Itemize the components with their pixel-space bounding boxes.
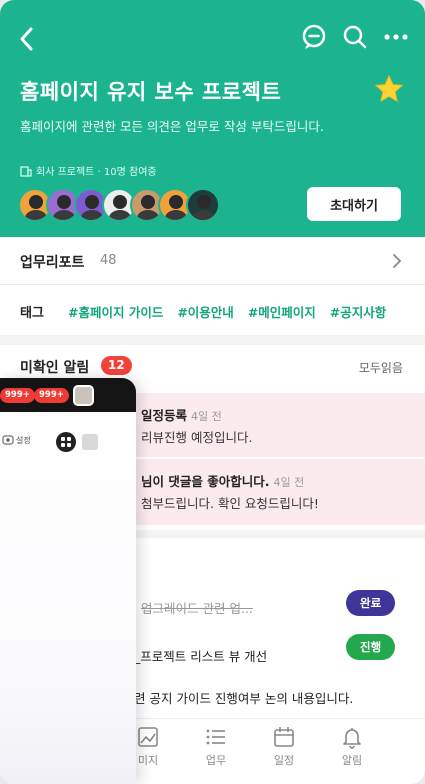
- building-icon: [20, 165, 32, 177]
- placeholder-icon[interactable]: [82, 434, 98, 450]
- task-title[interactable]: 업그레이드 관련 업...: [141, 598, 253, 617]
- tags-row: 태그 #홈페이지 가이드 #이용안내 #메인페이지 #공지사항: [0, 285, 425, 335]
- avatar[interactable]: [73, 385, 94, 406]
- invite-button[interactable]: 초대하기: [307, 187, 401, 221]
- unread-count-badge: 12: [101, 356, 132, 375]
- favorite-star-icon[interactable]: [374, 74, 404, 104]
- work-report-row[interactable]: 업무리포트 48: [0, 237, 425, 285]
- nav-label: 미지: [137, 754, 159, 767]
- drawer-count-badge: 999+: [0, 388, 35, 403]
- tag-item[interactable]: #이용안내: [177, 302, 233, 321]
- header-actions: [301, 24, 409, 50]
- notification-body: 첨부드립니다. 확인 요청드립니다!: [141, 496, 319, 511]
- chevron-right-icon: [393, 254, 402, 268]
- member-avatars[interactable]: [18, 188, 220, 222]
- notification-title-text: 님이 댓글을 좋아합니다.: [141, 474, 270, 489]
- nav-label: 일정: [273, 754, 295, 767]
- search-icon[interactable]: [343, 25, 367, 49]
- chat-icon[interactable]: [301, 24, 327, 50]
- drawer-top-bar: 999+ 999+: [0, 378, 136, 412]
- settings-button[interactable]: 설정: [2, 434, 31, 446]
- work-report-label: 업무리포트: [20, 255, 85, 271]
- page-title: 홈페이지 유지 보수 프로젝트: [20, 80, 282, 104]
- status-badge-progress: 진행: [346, 634, 396, 660]
- project-meta-text: 회사 프로젝트 · 10명 참여중: [36, 167, 157, 178]
- grid-icon: [61, 437, 71, 447]
- project-meta: 회사 프로젝트 · 10명 참여중: [20, 163, 157, 178]
- back-icon[interactable]: [14, 24, 40, 54]
- drawer-actions: 설정: [0, 430, 136, 454]
- project-description: 홈페이지에 관련한 모든 의견은 업무로 작성 부탁드립니다.: [20, 119, 324, 134]
- notification-title: 일정등록 4일 전: [141, 405, 222, 424]
- image-icon: [138, 727, 158, 747]
- app-screen: 홈페이지 유지 보수 프로젝트 홈페이지에 관련한 모든 의견은 업무로 작성 …: [0, 0, 425, 784]
- drawer-count-badge: 999+: [34, 388, 69, 403]
- tag-list: #홈페이지 가이드 #이용안내 #메인페이지 #공지사항: [68, 302, 386, 321]
- task-title[interactable]: 련 공지 가이드 진행여부 논의 내용입니다.: [134, 688, 353, 707]
- tags-label: 태그: [20, 306, 44, 321]
- tag-item[interactable]: #공지사항: [330, 302, 386, 321]
- notification-time: 4일 전: [273, 476, 305, 489]
- tag-item[interactable]: #메인페이지: [248, 302, 316, 321]
- settings-label: 설정: [16, 435, 31, 445]
- notification-title-text: 일정등록: [141, 408, 188, 423]
- grid-menu-icon[interactable]: [56, 432, 76, 452]
- settings-icon: [2, 435, 14, 445]
- nav-item-schedule[interactable]: 일정: [254, 725, 314, 768]
- tag-item[interactable]: #홈페이지 가이드: [68, 302, 163, 321]
- status-badge-done: 완료: [346, 590, 396, 616]
- notification-title: 님이 댓글을 좋아합니다. 4일 전: [141, 471, 304, 490]
- nav-item-tasks[interactable]: 업무: [186, 725, 246, 768]
- side-drawer[interactable]: 999+ 999+ 설정: [0, 378, 136, 784]
- list-icon: [206, 729, 225, 745]
- unread-heading: 미확인 알림: [20, 360, 90, 376]
- notification-time: 4일 전: [191, 410, 222, 423]
- mark-all-read-button[interactable]: 모두읽음: [359, 359, 403, 376]
- avatar[interactable]: [186, 188, 220, 222]
- notification-body: 리뷰진행 예정입니다.: [141, 430, 253, 445]
- work-report-count: 48: [100, 253, 117, 268]
- nav-label: 알림: [341, 754, 363, 767]
- nav-item-notifications[interactable]: 알림: [322, 725, 382, 768]
- project-header: 홈페이지 유지 보수 프로젝트 홈페이지에 관련한 모든 의견은 업무로 작성 …: [0, 0, 425, 237]
- bell-icon: [343, 728, 361, 749]
- calendar-icon: [274, 727, 294, 747]
- more-icon[interactable]: [383, 32, 409, 42]
- task-title[interactable]: _프로젝트 리스트 뷰 개선: [134, 646, 267, 665]
- nav-label: 업무: [205, 754, 227, 767]
